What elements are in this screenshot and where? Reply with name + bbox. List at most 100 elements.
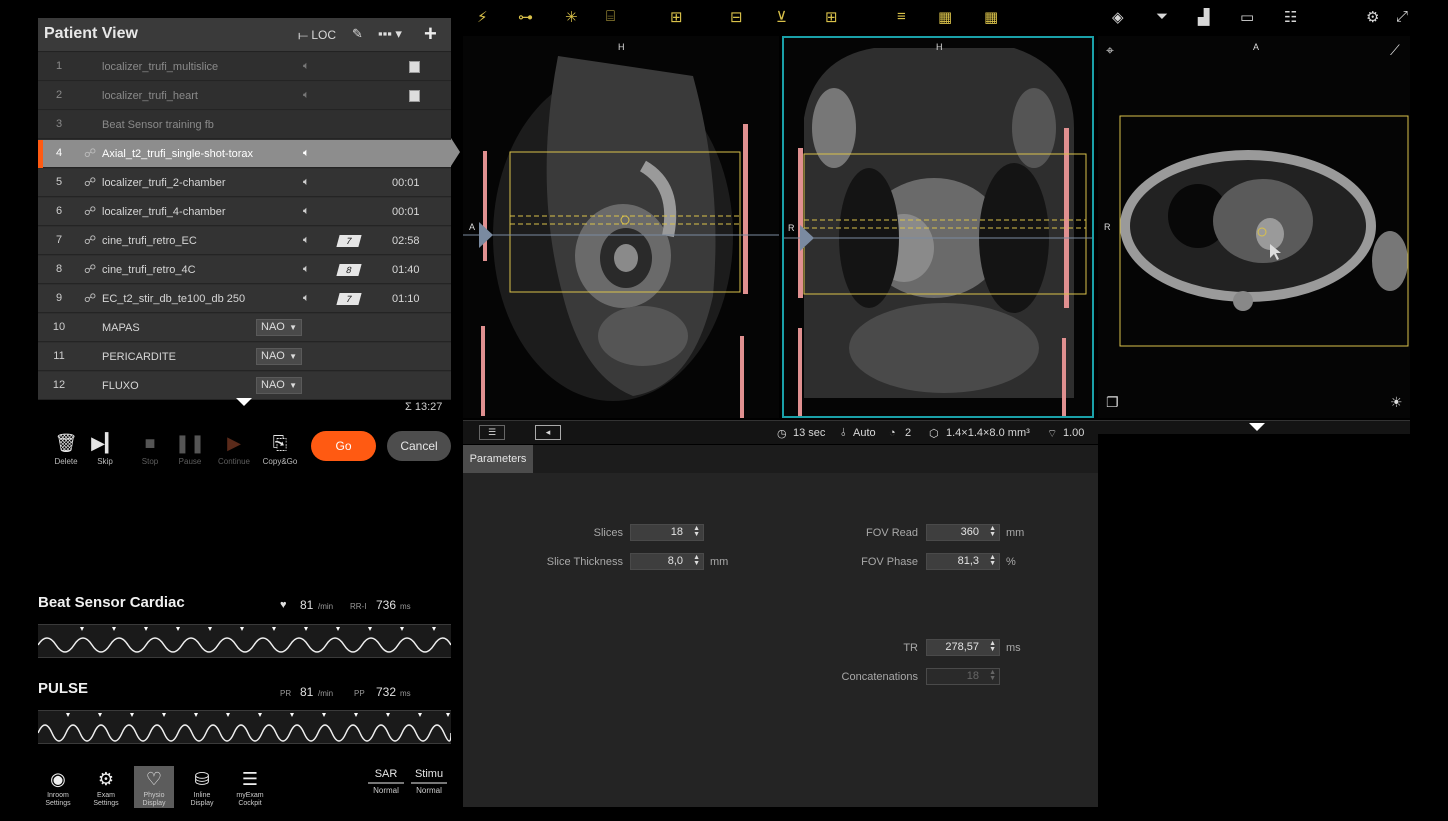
speaker-icon[interactable]: 🔈︎: [303, 205, 310, 218]
slice-group-tool-icon[interactable]: ⊟: [730, 8, 743, 26]
protocol-row[interactable]: 1 localizer_trufi_multislice 🔈︎: [38, 53, 451, 81]
pp-unit: ms: [400, 689, 411, 698]
acquisition-mode: Auto: [853, 427, 876, 439]
protocol-row[interactable]: 12 FLUXO NAO ▼: [38, 372, 451, 400]
continue-button[interactable]: ▶ Continue: [214, 432, 254, 466]
inline-display-button[interactable]: ⛁ Inline Display: [182, 766, 222, 808]
acquisition-time: 13 sec: [793, 427, 826, 439]
loc-label: LOC: [311, 28, 336, 42]
decision-dropdown[interactable]: NAO ▼: [256, 348, 302, 365]
brightness-icon[interactable]: ☀: [1390, 394, 1403, 411]
layout-tool-icon[interactable]: ◈: [1112, 8, 1124, 26]
collapse-arrow-icon[interactable]: [1249, 423, 1265, 431]
list-tool-icon[interactable]: ☷: [1284, 8, 1297, 26]
protocol-row-active[interactable]: 4 ☍ Axial_t2_trufi_single-shot-torax 🔈︎: [38, 140, 451, 168]
skip-button[interactable]: ▶▎ Skip: [85, 432, 125, 466]
protocol-row[interactable]: 7 ☍ cine_trufi_retro_EC 🔈︎ 7 02:58: [38, 227, 451, 255]
more-menu-icon[interactable]: ▪▪▪ ▾: [378, 26, 402, 42]
pause-button[interactable]: ❚❚ Pause: [170, 432, 210, 466]
protocol-row[interactable]: 5 ☍ localizer_trufi_2-chamber 🔈︎ 00:01: [38, 169, 451, 197]
protocol-row[interactable]: 2 localizer_trufi_heart 🔈︎: [38, 82, 451, 110]
ruler-icon[interactable]: ⟋: [1390, 42, 1400, 59]
image-tool-icon[interactable]: ▟: [1198, 8, 1210, 26]
slices-stepper[interactable]: 18 ▲ ▼: [630, 524, 704, 541]
gear-icon[interactable]: ⚙: [1366, 8, 1379, 26]
saturation-band-icon[interactable]: ≡: [897, 8, 906, 25]
exam-settings-button[interactable]: ⚙ Exam Settings: [86, 766, 126, 808]
slice-align-tool-icon[interactable]: ⊞: [825, 8, 838, 26]
protocol-row[interactable]: 11 PERICARDITE NAO ▼: [38, 343, 451, 371]
running-person-icon: ☍: [84, 175, 97, 189]
spin-arrows-icon[interactable]: ▲ ▼: [989, 554, 996, 567]
inroom-settings-button[interactable]: ◉ Inroom Settings: [38, 766, 78, 808]
protocol-row[interactable]: 10 MAPAS NAO ▼: [38, 314, 451, 342]
stack-icon[interactable]: ❐: [1106, 394, 1119, 411]
tab-parameters[interactable]: Parameters: [463, 445, 533, 473]
speaker-icon[interactable]: 🔈︎: [303, 89, 310, 102]
pulse-rate-value: 81: [300, 685, 314, 699]
node-tool-icon[interactable]: ⊶: [518, 8, 533, 26]
grid-alt-tool-icon[interactable]: ▦: [984, 8, 998, 26]
fov-tool-icon[interactable]: ⊞: [670, 8, 683, 26]
decision-dropdown[interactable]: NAO ▼: [256, 319, 302, 336]
slice-center-tool-icon[interactable]: ⊻: [776, 8, 787, 26]
speaker-icon[interactable]: 🔈︎: [303, 60, 310, 73]
skip-icon: ▶▎: [91, 433, 119, 453]
delete-button[interactable]: 🗑︎ Delete: [46, 432, 86, 466]
fov-read-stepper[interactable]: 360 ▲ ▼: [926, 524, 1000, 541]
tr-stepper[interactable]: 278,57 ▲ ▼: [926, 639, 1000, 656]
cancel-button[interactable]: Cancel: [387, 431, 451, 461]
graphic-view-icon[interactable]: ◂: [535, 425, 561, 440]
go-button[interactable]: Go: [311, 431, 376, 461]
decision-dropdown[interactable]: NAO ▼: [256, 377, 302, 394]
running-person-icon: ☍: [84, 233, 97, 247]
add-protocol-button[interactable]: +: [424, 21, 437, 47]
expand-icon[interactable]: ⤢: [1396, 8, 1408, 25]
voxel-size: 1.4×1.4×8.0 mm³: [946, 427, 1030, 439]
speaker-icon[interactable]: 🔈︎: [303, 234, 310, 247]
star-tool-icon[interactable]: ✳: [565, 8, 578, 26]
speaker-icon[interactable]: 🔈︎: [303, 147, 310, 160]
spin-arrows-icon[interactable]: ▲ ▼: [989, 525, 996, 538]
rr-unit: ms: [400, 602, 411, 611]
pipette-icon[interactable]: ✎: [352, 26, 363, 42]
copy-go-button[interactable]: ⎘ Copy&Go: [260, 432, 300, 466]
spin-arrows-icon[interactable]: ▲ ▼: [693, 554, 700, 567]
loc-button[interactable]: ⟝ LOC: [298, 28, 336, 43]
dropdown-caret-icon: ▼: [289, 323, 297, 332]
fov-phase-stepper[interactable]: 81,3 ▲ ▼: [926, 553, 1000, 570]
filter-tool-icon[interactable]: ⏷: [1156, 8, 1168, 25]
spin-arrows-icon[interactable]: ▲ ▼: [693, 525, 700, 538]
dropdown-caret-icon: ▼: [289, 381, 297, 390]
tr-unit: ms: [1006, 642, 1021, 654]
rr-label: RR-I: [350, 602, 367, 611]
protocol-row[interactable]: 8 ☍ cine_trufi_retro_4C 🔈︎ 8 01:40: [38, 256, 451, 284]
slab-tool-icon[interactable]: ⌸: [606, 8, 615, 25]
speaker-icon[interactable]: 🔈︎: [303, 292, 310, 305]
concatenations-stepper: 18 ▲ ▼: [926, 668, 1000, 685]
slice-thickness-stepper[interactable]: 8,0 ▲ ▼: [630, 553, 704, 570]
physio-display-button[interactable]: ♡ Physio Display: [134, 766, 174, 808]
protocol-row[interactable]: 9 ☍ EC_t2_stir_db_te100_db 250 🔈︎ 7 01:1…: [38, 285, 451, 313]
collapse-arrow-icon[interactable]: [236, 398, 252, 406]
protocol-row[interactable]: 3 Beat Sensor training fb: [38, 111, 451, 139]
spin-arrows-icon[interactable]: ▲ ▼: [989, 640, 996, 653]
table-view-icon[interactable]: ☰: [479, 425, 505, 440]
crosshair-icon[interactable]: ⌖: [1106, 42, 1114, 59]
speaker-icon[interactable]: 🔈︎: [303, 176, 310, 189]
grid-tool-icon[interactable]: ▦: [938, 8, 952, 26]
stop-button[interactable]: ■ Stop: [130, 432, 170, 466]
clock-icon: ◷: [777, 428, 787, 440]
concatenations-label: Concatenations: [841, 671, 918, 683]
acceleration-icon: ◔: [889, 427, 896, 439]
viewport-sagittal[interactable]: H A: [463, 36, 779, 418]
slice-thickness-label: Slice Thickness: [546, 556, 623, 568]
speaker-icon[interactable]: 🔈︎: [303, 263, 310, 276]
protocol-row[interactable]: 6 ☍ localizer_trufi_4-chamber 🔈︎ 00:01: [38, 198, 451, 226]
graphics-tool-icon[interactable]: ⚡: [477, 8, 488, 26]
pulse-waveform: [37, 710, 452, 744]
window-tool-icon[interactable]: ▭: [1240, 8, 1254, 26]
viewport-coronal[interactable]: H R: [782, 36, 1094, 418]
myexam-cockpit-button[interactable]: ☰ myExam Cockpit: [230, 766, 270, 808]
viewport-axial[interactable]: A R ⌖ ⟋ ❐ ☀: [1098, 36, 1410, 418]
